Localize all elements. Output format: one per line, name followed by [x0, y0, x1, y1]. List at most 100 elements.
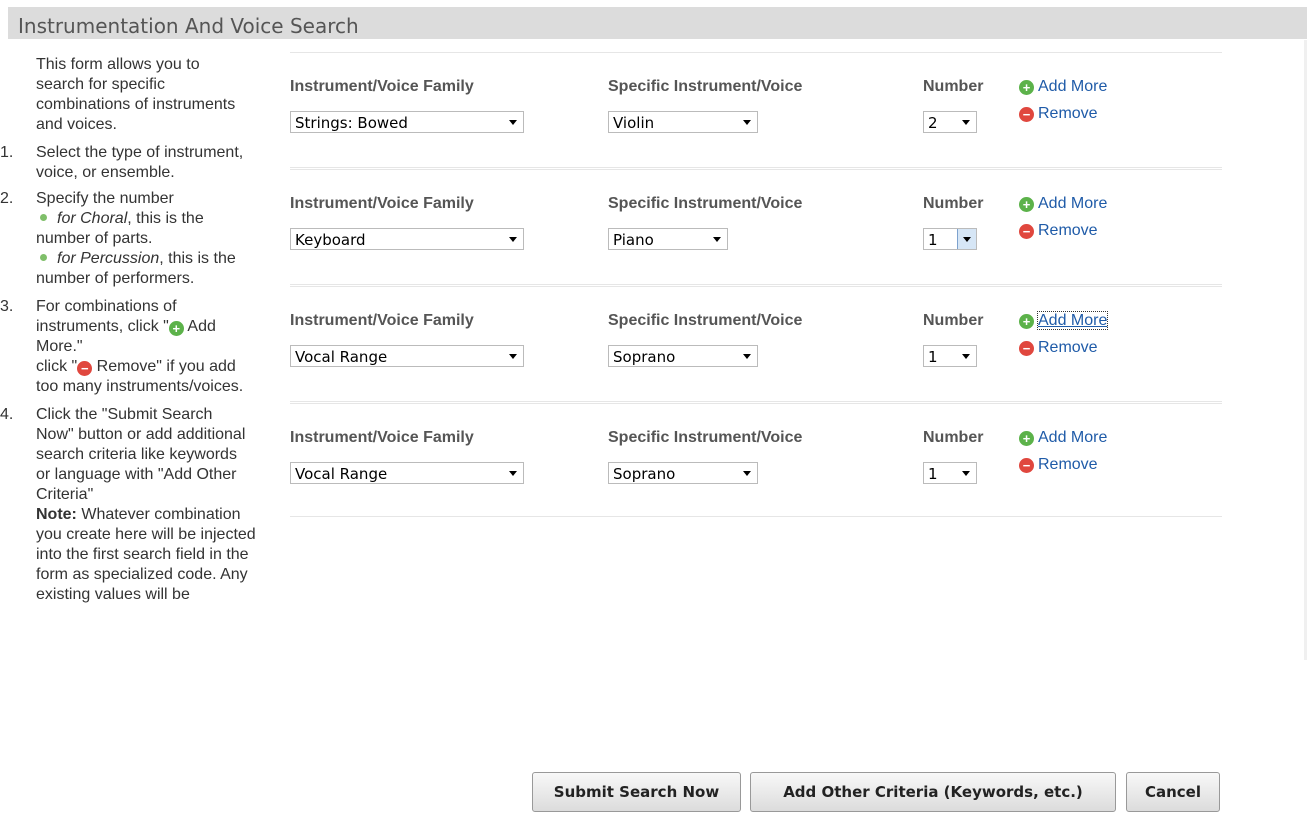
add-more-label: Add More	[1036, 311, 1109, 330]
add-other-criteria-button[interactable]: Add Other Criteria (Keywords, etc.)	[750, 772, 1116, 812]
number-label: Number	[923, 195, 984, 212]
specific-select[interactable]: Piano	[608, 228, 728, 250]
step-text: Select the type of instrument, voice, or…	[36, 144, 244, 181]
minus-circle-icon: −	[1019, 224, 1034, 239]
row-actions: + Add More − Remove	[1019, 73, 1107, 127]
bullet-emphasis: for Percussion	[57, 250, 160, 267]
minus-circle-icon: −	[1019, 107, 1034, 122]
chevron-down-icon	[743, 354, 751, 359]
number-select[interactable]: 1	[923, 228, 977, 250]
row-actions: + Add More − Remove	[1019, 190, 1107, 244]
instruction-step-3: 3. For combinations of instruments, clic…	[0, 297, 250, 397]
instructions-intro: This form allows you to search for speci…	[36, 56, 236, 133]
remove-label: Remove	[1038, 105, 1098, 122]
number-select[interactable]: 1	[923, 462, 977, 484]
number-select-value: 1	[928, 465, 938, 483]
specific-select[interactable]: Soprano	[608, 462, 758, 484]
number-label: Number	[923, 78, 984, 95]
instrument-row: Instrument/Voice Family Specific Instrum…	[290, 167, 1222, 284]
number-select-value: 1	[928, 348, 938, 366]
specific-select-value: Violin	[613, 114, 655, 132]
family-label: Instrument/Voice Family	[290, 78, 474, 95]
add-more-link[interactable]: + Add More	[1019, 424, 1107, 451]
chevron-down-icon	[743, 471, 751, 476]
bullet-emphasis: for Choral	[57, 210, 128, 227]
chevron-down-icon	[509, 354, 517, 359]
family-select-value: Strings: Bowed	[295, 114, 408, 132]
number-label: Number	[923, 429, 984, 446]
family-select[interactable]: Strings: Bowed	[290, 111, 524, 133]
family-label: Instrument/Voice Family	[290, 429, 474, 446]
add-more-link[interactable]: + Add More	[1019, 73, 1107, 100]
instruction-step-4: 4. Click the "Submit Search Now" button …	[0, 405, 250, 505]
family-select[interactable]: Vocal Range	[290, 462, 524, 484]
chevron-down-icon	[743, 120, 751, 125]
bullet-percussion: for Percussion, this is the number of pe…	[36, 249, 250, 289]
remove-label: Remove	[1038, 222, 1098, 239]
bullet-choral: for Choral, this is the number of parts.	[0, 209, 250, 249]
add-more-label: Add More	[1038, 78, 1108, 95]
family-label: Instrument/Voice Family	[290, 195, 474, 212]
number-select[interactable]: 1	[923, 345, 977, 367]
family-select[interactable]: Vocal Range	[290, 345, 524, 367]
plus-circle-icon: +	[1019, 431, 1034, 446]
chevron-down-icon	[962, 471, 970, 476]
plus-circle-icon: +	[168, 321, 184, 336]
step-text: Click the "Submit Search Now" button or …	[36, 406, 246, 503]
chevron-down-icon	[509, 120, 517, 125]
add-more-link[interactable]: + Add More	[1019, 307, 1109, 334]
number-select-value: 2	[928, 114, 938, 132]
remove-link[interactable]: − Remove	[1019, 451, 1107, 478]
bullet-dot-icon	[40, 254, 47, 262]
family-select-value: Vocal Range	[295, 348, 388, 366]
row-actions: + Add More − Remove	[1019, 307, 1109, 361]
minus-circle-icon: −	[1019, 341, 1034, 356]
note-label: Note:	[36, 506, 77, 523]
row-actions: + Add More − Remove	[1019, 424, 1107, 478]
plus-circle-icon: +	[1019, 314, 1034, 329]
step-number: 1.	[0, 144, 14, 161]
submit-search-button[interactable]: Submit Search Now	[532, 772, 741, 812]
family-select-value: Vocal Range	[295, 465, 388, 483]
add-more-label: Add More	[1038, 195, 1108, 212]
remove-label: Remove	[1038, 339, 1098, 356]
instrument-row: Instrument/Voice Family Specific Instrum…	[290, 401, 1222, 517]
title-bar: Instrumentation And Voice Search	[8, 7, 1307, 39]
remove-label: Remove	[1038, 456, 1098, 473]
specific-select[interactable]: Soprano	[608, 345, 758, 367]
remove-link[interactable]: − Remove	[1019, 334, 1107, 361]
bullet-dot-icon	[40, 214, 47, 222]
chevron-down-icon	[509, 471, 517, 476]
specific-select[interactable]: Violin	[608, 111, 758, 133]
family-label: Instrument/Voice Family	[290, 312, 474, 329]
add-more-label: Add More	[1038, 429, 1108, 446]
cancel-button[interactable]: Cancel	[1126, 772, 1220, 812]
number-select[interactable]: 2	[923, 111, 977, 133]
family-select[interactable]: Keyboard	[290, 228, 524, 250]
plus-circle-icon: +	[1019, 80, 1034, 95]
step-number: 3.	[0, 298, 14, 315]
family-select-value: Keyboard	[295, 231, 366, 249]
chevron-down-icon	[509, 237, 517, 242]
instruction-step-2: 2. Specify the number for Choral, this i…	[0, 189, 250, 289]
specific-select-value: Soprano	[613, 465, 676, 483]
page-title: Instrumentation And Voice Search	[18, 14, 359, 38]
specific-label: Specific Instrument/Voice	[608, 312, 803, 329]
number-select-value: 1	[928, 231, 938, 249]
plus-circle-icon: +	[1019, 197, 1034, 212]
chevron-down-icon	[962, 354, 970, 359]
specific-select-value: Piano	[613, 231, 654, 249]
specific-label: Specific Instrument/Voice	[608, 195, 803, 212]
step-text: click "	[36, 358, 78, 375]
instruction-step-1: 1. Select the type of instrument, voice,…	[0, 143, 250, 183]
instrument-row: Instrument/Voice Family Specific Instrum…	[290, 284, 1222, 401]
add-more-link[interactable]: + Add More	[1019, 190, 1107, 217]
remove-link[interactable]: − Remove	[1019, 100, 1107, 127]
step-text: For combinations of instruments, click "	[36, 298, 177, 335]
remove-link[interactable]: − Remove	[1019, 217, 1107, 244]
step-number: 2.	[0, 190, 14, 207]
instructions-note: Note: Whatever combination you create he…	[0, 505, 256, 605]
number-label: Number	[923, 312, 984, 329]
step-number: 4.	[0, 406, 14, 423]
step-text: Specify the number	[36, 190, 174, 207]
